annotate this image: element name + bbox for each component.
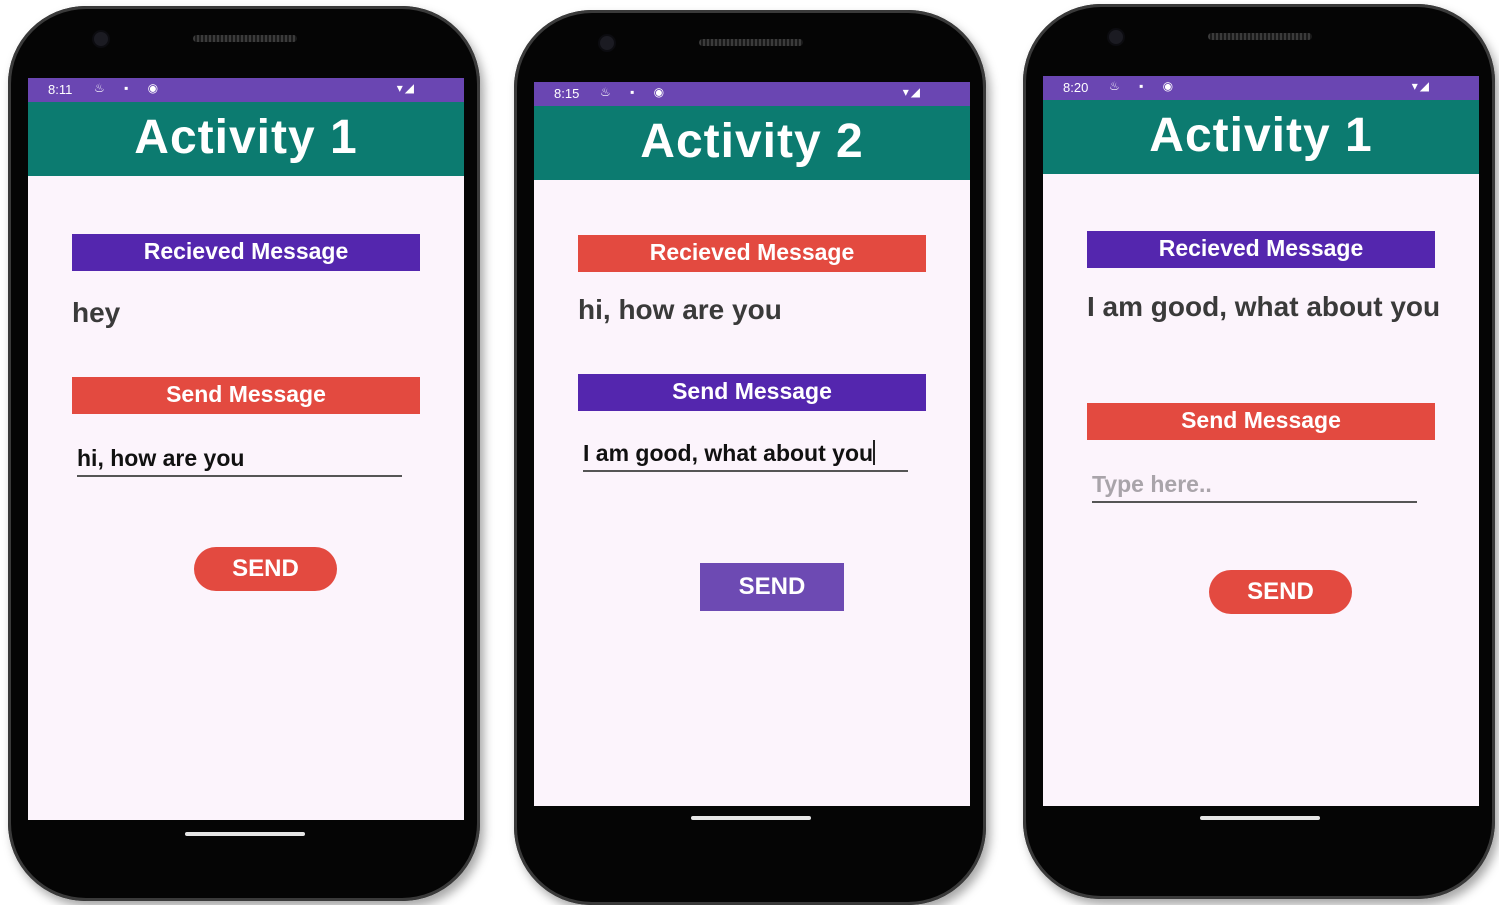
page-title: Activity 1 [1149, 109, 1373, 162]
received-message-label: Recieved Message [1087, 231, 1435, 268]
app-bar: Activity 1 [28, 102, 464, 176]
page-title: Activity 1 [134, 111, 358, 164]
app-bar: Activity 2 [534, 106, 970, 180]
status-bar: 8:15 ♨ ▪ ◉ ▾◢ [534, 82, 970, 106]
text-cursor [873, 440, 876, 465]
message-input-placeholder: Type here.. [1092, 471, 1212, 497]
send-button[interactable]: SEND [194, 547, 337, 591]
message-input-value: I am good, what about you [583, 440, 874, 466]
notification-icons: ♨ ▪ ◉ [600, 85, 673, 99]
front-camera-icon [94, 32, 108, 46]
phone-3: 8:20 ♨ ▪ ◉ ▾◢ Activity 1 Recieved Messag… [1023, 4, 1495, 899]
received-message-text: I am good, what about you [1087, 291, 1441, 322]
status-bar: 8:20 ♨ ▪ ◉ ▾◢ [1043, 76, 1479, 100]
send-message-label: Send Message [1087, 403, 1435, 440]
home-indicator[interactable] [185, 832, 305, 836]
phone-screen: 8:20 ♨ ▪ ◉ ▾◢ Activity 1 Recieved Messag… [1043, 76, 1479, 806]
send-message-label: Send Message [578, 374, 926, 411]
message-input[interactable]: I am good, what about you [583, 439, 908, 472]
status-time: 8:20 [1063, 80, 1089, 95]
app-bar: Activity 1 [1043, 100, 1479, 174]
status-bar: 8:11 ♨ ▪ ◉ ▾◢ [28, 78, 464, 102]
phone-1: 8:11 ♨ ▪ ◉ ▾◢ Activity 1 Recieved Messag… [8, 6, 480, 901]
phone-screen: 8:15 ♨ ▪ ◉ ▾◢ Activity 2 Recieved Messag… [534, 82, 970, 806]
status-time: 8:15 [554, 86, 580, 101]
signal-battery-icons: ▾◢ [1411, 79, 1431, 93]
home-indicator[interactable] [1200, 816, 1320, 820]
send-button[interactable]: SEND [1209, 570, 1352, 614]
status-time: 8:11 [48, 82, 73, 97]
signal-battery-icons: ▾◢ [902, 85, 922, 99]
message-input[interactable]: Type here.. [1092, 470, 1417, 503]
page-title: Activity 2 [640, 115, 864, 168]
received-message-label: Recieved Message [578, 235, 926, 272]
front-camera-icon [600, 36, 614, 50]
phone-2: 8:15 ♨ ▪ ◉ ▾◢ Activity 2 Recieved Messag… [514, 10, 986, 905]
phone-screen: 8:11 ♨ ▪ ◉ ▾◢ Activity 1 Recieved Messag… [28, 78, 464, 820]
notification-icons: ♨ ▪ ◉ [94, 81, 167, 95]
received-message-label: Recieved Message [72, 234, 420, 271]
message-input[interactable]: hi, how are you [77, 444, 402, 477]
earpiece-speaker [1208, 33, 1312, 40]
earpiece-speaker [699, 39, 803, 46]
front-camera-icon [1109, 30, 1123, 44]
message-input-value: hi, how are you [77, 445, 245, 471]
home-indicator[interactable] [691, 816, 811, 820]
received-message-text: hey [72, 297, 121, 328]
signal-battery-icons: ▾◢ [396, 81, 416, 95]
earpiece-speaker [193, 35, 297, 42]
send-message-label: Send Message [72, 377, 420, 414]
send-button[interactable]: SEND [700, 563, 844, 611]
notification-icons: ♨ ▪ ◉ [1109, 79, 1182, 93]
received-message-text: hi, how are you [578, 294, 782, 325]
